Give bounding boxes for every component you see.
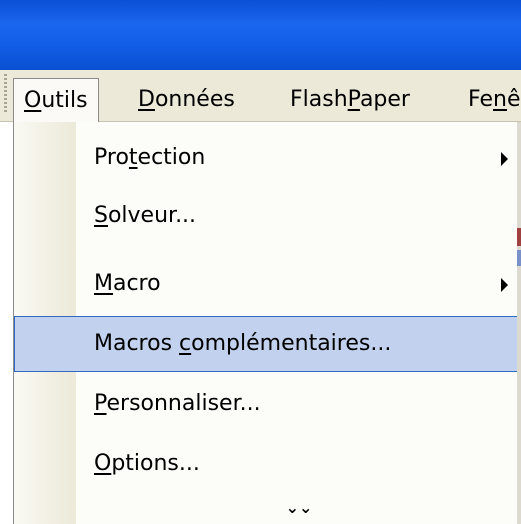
worksheet-fragment	[517, 250, 521, 266]
menu-item-label: Protection	[94, 145, 206, 170]
menu-item-personnaliser[interactable]: Personnaliser...	[14, 376, 521, 432]
menu-donnees[interactable]: Données	[128, 78, 245, 122]
menu-fenetre[interactable]: Fenê	[458, 78, 521, 122]
menu-flashpaper[interactable]: FlashPaper	[280, 78, 420, 122]
menu-item-protection[interactable]: Protection	[14, 130, 521, 186]
toolbar-grip[interactable]	[4, 74, 7, 112]
menu-item-label: Solveur...	[94, 203, 197, 228]
menu-item-macro[interactable]: Macro	[14, 256, 521, 312]
expand-menu-chevron-icon[interactable]: ⌄⌄	[14, 494, 521, 522]
menu-item-macros-complementaires[interactable]: Macros complémentaires...	[14, 316, 521, 372]
window-titlebar	[0, 0, 521, 70]
menu-item-label: Personnaliser...	[94, 391, 261, 416]
menu-item-label: Macros complémentaires...	[94, 331, 392, 356]
submenu-arrow-icon	[501, 278, 508, 292]
submenu-arrow-icon	[501, 152, 508, 166]
outils-dropdown-menu: Protection Solveur... Macro Macros compl…	[13, 122, 521, 524]
menu-item-label: Macro	[94, 271, 161, 296]
menu-outils[interactable]: Outils	[13, 78, 99, 122]
worksheet-fragment	[517, 228, 521, 246]
worksheet-edge	[517, 122, 521, 524]
menu-item-solveur[interactable]: Solveur...	[14, 188, 521, 244]
menu-item-label: Options...	[94, 451, 200, 476]
menu-item-options[interactable]: Options...	[14, 436, 521, 492]
